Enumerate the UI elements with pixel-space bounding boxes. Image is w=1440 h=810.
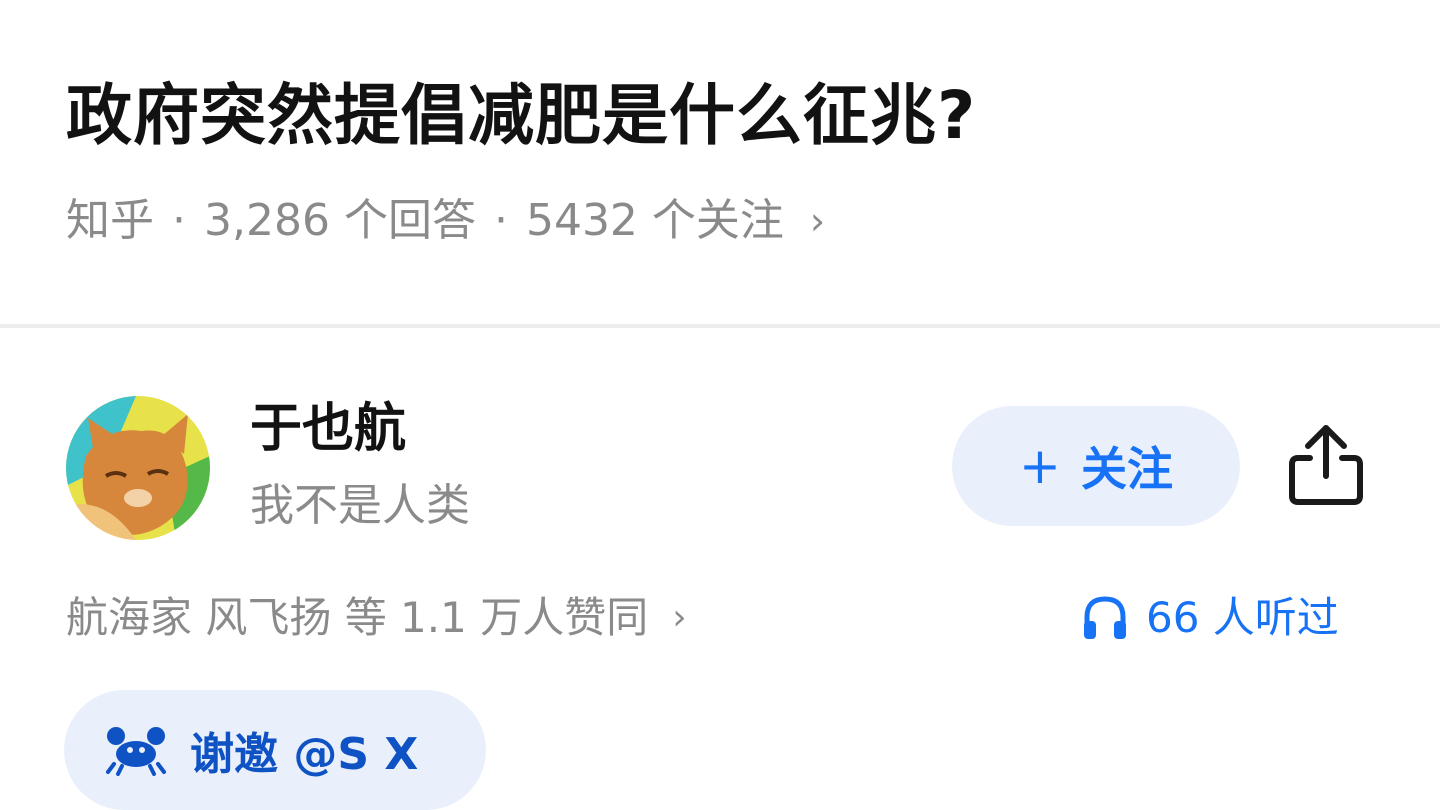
section-divider	[0, 324, 1440, 328]
chevron-right-icon: ›	[672, 597, 687, 638]
answer-page: 政府突然提倡减肥是什么征兆? 知乎 · 3,286 个回答 · 5432 个关注…	[0, 0, 1440, 810]
question-meta[interactable]: 知乎 · 3,286 个回答 · 5432 个关注 ›	[66, 188, 825, 254]
question-title[interactable]: 政府突然提倡减肥是什么征兆?	[66, 68, 976, 164]
headphones-icon	[1084, 596, 1126, 639]
invite-label: 谢邀 @S X	[190, 729, 419, 780]
follower-count: 5432 个关注	[525, 195, 784, 246]
votes-summary[interactable]: 航海家 风飞扬 等 1.1 万人赞同 ›	[66, 586, 687, 650]
listen-count[interactable]: 66 人听过	[1080, 586, 1339, 650]
listen-text: 66 人听过	[1146, 593, 1339, 642]
invite-tag[interactable]: 谢邀 @S X	[64, 690, 486, 810]
meta-separator: ·	[172, 195, 186, 246]
question-source: 知乎	[66, 195, 154, 246]
author-bio: 我不是人类	[250, 480, 470, 531]
votes-text: 航海家 风飞扬 等 1.1 万人赞同	[66, 593, 649, 642]
share-button[interactable]	[1286, 420, 1366, 510]
avatar[interactable]	[66, 396, 210, 540]
crab-icon	[106, 727, 166, 776]
author-name[interactable]: 于也航	[250, 394, 406, 464]
chevron-right-icon: ›	[809, 199, 826, 243]
cat-avatar-icon	[66, 396, 210, 540]
follow-button[interactable]: + 关注	[952, 406, 1240, 526]
follow-label: 关注	[1080, 442, 1173, 496]
share-icon	[1289, 425, 1363, 505]
meta-separator: ·	[493, 195, 508, 246]
answer-count: 3,286 个回答	[204, 195, 476, 246]
plus-icon: +	[1019, 437, 1061, 495]
